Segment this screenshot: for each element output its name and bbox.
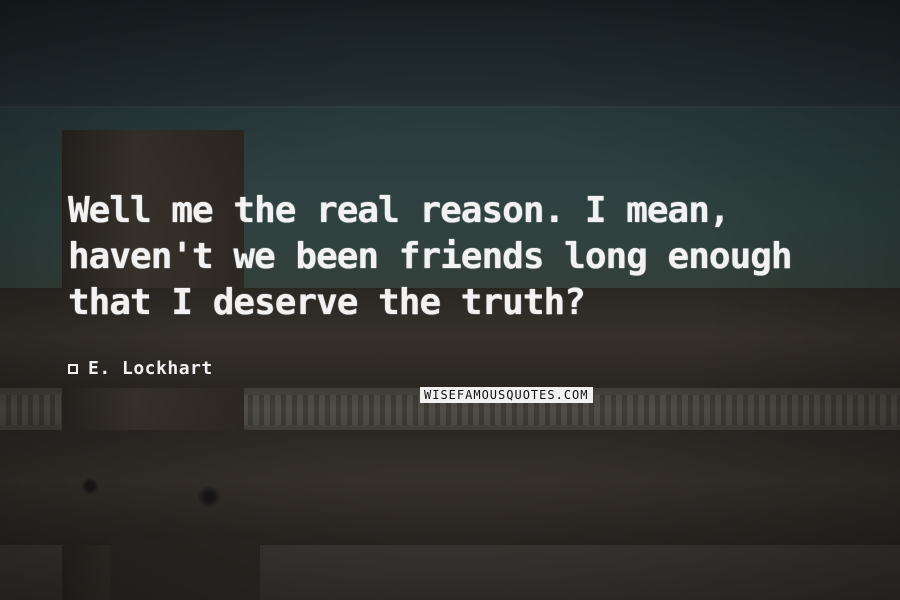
author-name: E. Lockhart (88, 358, 213, 379)
bullet-square-icon (68, 363, 78, 374)
watermark-logo: WISEFAMOUSQUOTES.COM (420, 387, 593, 403)
quote-text: Well me the real reason. I mean, haven't… (68, 190, 793, 323)
background-photo: Well me the real reason. I mean, haven't… (0, 0, 900, 600)
author-attribution: E. Lockhart (68, 358, 213, 379)
